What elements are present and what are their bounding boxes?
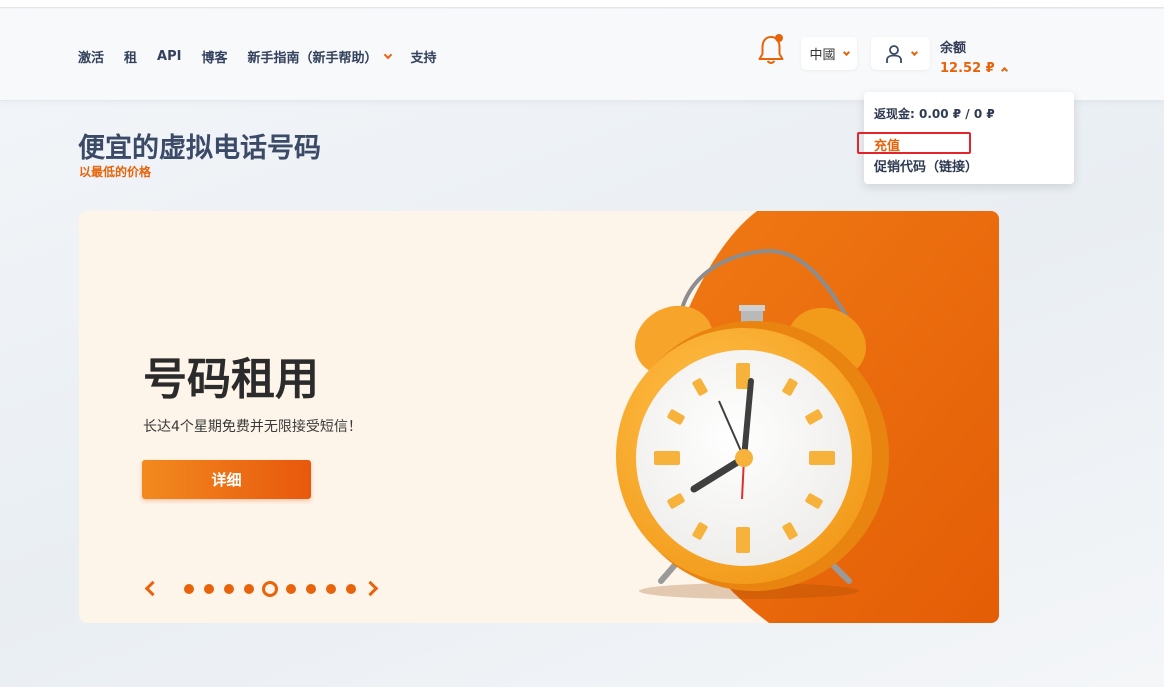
- country-label: 中國: [809, 48, 836, 63]
- promo-banner: 号码租用 长达4个星期免费并无限接受短信！ 详细: [79, 211, 999, 623]
- page-subtitle: 以最低的价格: [79, 165, 152, 179]
- chevron-up-icon: [1000, 66, 1008, 74]
- browser-top-strip: [0, 0, 1164, 8]
- highlight-box: [857, 132, 971, 154]
- carousel-prev-button[interactable]: [142, 580, 161, 597]
- chevron-down-icon: [910, 48, 918, 56]
- arrow-left-icon: [144, 580, 161, 597]
- notification-badge: [775, 34, 783, 42]
- nav-support[interactable]: 支持: [411, 47, 437, 66]
- carousel-dot[interactable]: [244, 584, 254, 594]
- chevron-down-icon: [842, 48, 850, 56]
- nav-activation[interactable]: 激活: [78, 47, 104, 66]
- carousel-dot[interactable]: [346, 584, 356, 594]
- details-button[interactable]: 详细: [142, 460, 311, 499]
- balance-toggle[interactable]: 12.52 ₽: [940, 61, 1008, 76]
- nav-api[interactable]: API: [157, 49, 181, 64]
- banner-description: 长达4个星期免费并无限接受短信！: [143, 419, 362, 435]
- nav-rent[interactable]: 租: [124, 47, 137, 66]
- country-select[interactable]: 中國: [801, 37, 857, 70]
- chevron-down-icon: [383, 50, 392, 60]
- balance-label: 余额: [940, 41, 967, 56]
- user-icon: [885, 44, 902, 63]
- balance-amount: 12.52 ₽: [940, 61, 995, 76]
- carousel-dot[interactable]: [224, 584, 234, 594]
- carousel-dot[interactable]: [204, 584, 214, 594]
- cashback-text: 返现金: 0.00 ₽ / 0 ₽: [874, 107, 995, 121]
- alarm-clock-illustration: [616, 248, 889, 599]
- arrow-right-icon: [362, 580, 379, 597]
- balance-widget: 余额 12.52 ₽: [940, 37, 1008, 76]
- carousel-next-button[interactable]: [362, 580, 382, 597]
- user-menu-button[interactable]: [871, 37, 930, 70]
- banner-title: 号码租用: [143, 354, 319, 405]
- page-title: 便宜的虚拟电话号码: [78, 133, 321, 164]
- nav-blog[interactable]: 博客: [201, 47, 227, 66]
- main-nav: 激活 租 API 博客 新手指南（新手帮助） 支持: [78, 47, 457, 66]
- carousel-dot[interactable]: [326, 584, 336, 594]
- nav-guide-label: 新手指南（新手帮助）: [247, 51, 378, 66]
- carousel-dot[interactable]: [184, 584, 194, 594]
- promo-code-link[interactable]: 促销代码（链接）: [874, 156, 978, 175]
- notifications-button[interactable]: [757, 34, 785, 66]
- nav-guide[interactable]: 新手指南（新手帮助）: [247, 47, 392, 66]
- carousel-dot[interactable]: [262, 581, 278, 597]
- carousel-dot[interactable]: [286, 584, 296, 594]
- carousel-dots: [184, 581, 366, 597]
- carousel-dot[interactable]: [306, 584, 316, 594]
